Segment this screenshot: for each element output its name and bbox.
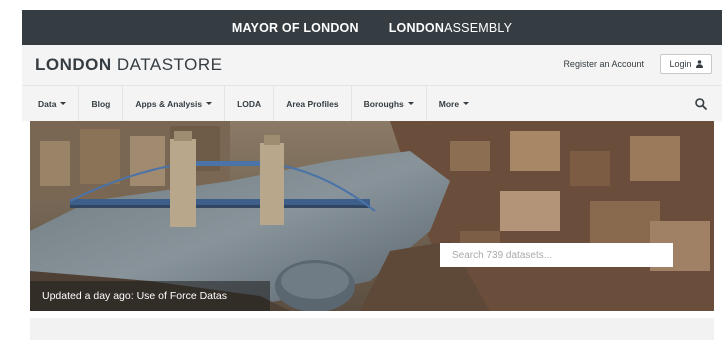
top-banner: MAYOR OF LONDON LONDONASSEMBLY	[22, 10, 722, 45]
page: MAYOR OF LONDON LONDONASSEMBLY LONDON DA…	[0, 0, 722, 340]
nav-item-area-profiles[interactable]: Area Profiles	[274, 85, 352, 122]
nav-item-more[interactable]: More	[427, 86, 481, 122]
main-nav: Data Blog Apps & Analysis LODA Area Prof…	[22, 85, 722, 122]
site-logo[interactable]: LONDON DATASTORE	[35, 55, 222, 75]
hero-banner: Updated a day ago: Use of Force Datas	[30, 121, 714, 311]
login-label: Login	[669, 59, 692, 69]
nav-label: Blog	[91, 98, 111, 109]
caret-down-icon	[206, 102, 213, 105]
logo-light: DATASTORE	[111, 55, 223, 74]
nav-label: Boroughs	[363, 98, 404, 109]
login-button[interactable]: Login	[660, 54, 712, 74]
caret-down-icon	[60, 102, 67, 105]
ticker-text: Updated a day ago: Use of Force Datas	[42, 290, 228, 302]
nav-label: Apps & Analysis	[135, 98, 203, 109]
assembly-bold: LONDON	[388, 20, 445, 35]
search-icon[interactable]	[694, 97, 708, 111]
content-area	[30, 318, 714, 340]
nav-label: Data	[38, 98, 57, 109]
nav-item-blog[interactable]: Blog	[79, 85, 124, 122]
nav-item-boroughs[interactable]: Boroughs	[352, 85, 427, 122]
update-ticker[interactable]: Updated a day ago: Use of Force Datas	[30, 281, 270, 311]
user-icon	[695, 60, 703, 68]
nav-item-loda[interactable]: LODA	[225, 85, 275, 122]
nav-label: More	[438, 98, 460, 109]
nav-label: LODA	[237, 98, 262, 109]
london-assembly-link[interactable]: LONDONASSEMBLY	[389, 21, 512, 35]
assembly-light: ASSEMBLY	[444, 20, 513, 35]
nav-label: Area Profiles	[286, 98, 339, 109]
mayor-of-london-link[interactable]: MAYOR OF LONDON	[232, 21, 359, 35]
register-link[interactable]: Register an Account	[563, 59, 644, 69]
caret-down-icon	[463, 102, 470, 105]
nav-item-apps-analysis[interactable]: Apps & Analysis	[123, 85, 226, 122]
caret-down-icon	[407, 102, 414, 105]
logo-bold: LONDON	[35, 55, 112, 74]
brand-bar: LONDON DATASTORE Register an Account Log…	[22, 45, 722, 85]
nav-item-data[interactable]: Data	[22, 85, 80, 122]
dataset-search-input[interactable]	[440, 243, 673, 267]
